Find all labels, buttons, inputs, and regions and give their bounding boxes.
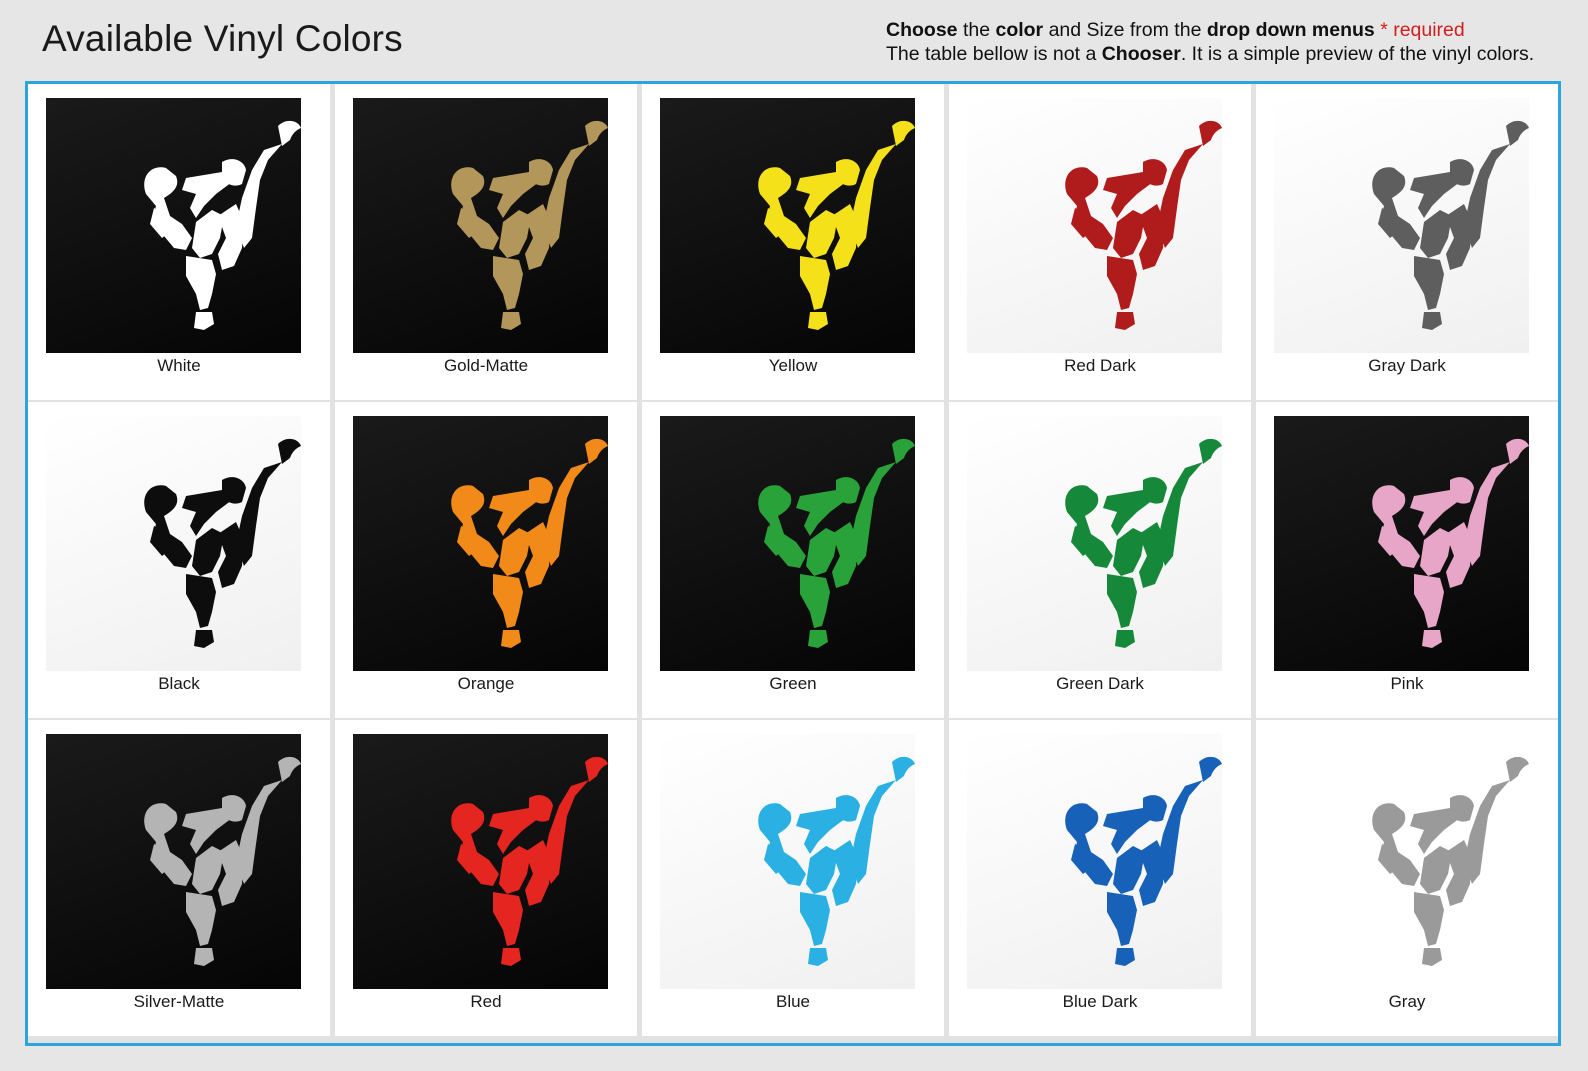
karate-kick-icon bbox=[144, 756, 301, 966]
preview-text: . It is a simple preview of the vinyl co… bbox=[1180, 43, 1535, 65]
swatch-cell-gray: Gray bbox=[1256, 720, 1558, 1038]
swatch-image bbox=[660, 734, 915, 989]
swatch-image bbox=[967, 734, 1222, 989]
chooser-text: Chooser bbox=[1101, 43, 1181, 65]
swatch-cell-blue-dark: Blue Dark bbox=[949, 720, 1251, 1038]
required-note: * required bbox=[1380, 19, 1465, 41]
swatch-label: Gold-Matte bbox=[443, 356, 529, 375]
swatch-label: Blue Dark bbox=[1062, 992, 1138, 1011]
swatch-cell-green: Green bbox=[642, 402, 944, 720]
swatch-image bbox=[1274, 98, 1529, 353]
swatch-label: Green Dark bbox=[1056, 674, 1144, 693]
swatch-cell-gray-dark: Gray Dark bbox=[1256, 84, 1558, 402]
swatch-cell-gold-matte: Gold-Matte bbox=[335, 84, 637, 402]
and-size-text: and Size from the bbox=[1048, 19, 1202, 41]
swatch-label: White bbox=[157, 356, 201, 375]
karate-kick-icon bbox=[451, 756, 608, 966]
swatch-image bbox=[353, 734, 608, 989]
swatch-image bbox=[967, 98, 1222, 353]
swatch-cell-white: White bbox=[28, 84, 330, 402]
swatch-grid: White Gold-Matte Yellow Red Dark Gray Da… bbox=[28, 84, 1558, 1043]
swatch-image bbox=[46, 734, 301, 989]
swatch-cell-silver-matte: Silver-Matte bbox=[28, 720, 330, 1038]
color-preview-table: White Gold-Matte Yellow Red Dark Gray Da… bbox=[25, 81, 1561, 1046]
karate-kick-icon bbox=[758, 120, 915, 330]
page-title: Available Vinyl Colors bbox=[42, 18, 403, 59]
swatch-label: Green bbox=[769, 674, 817, 693]
swatch-cell-orange: Orange bbox=[335, 402, 637, 720]
swatch-image bbox=[660, 98, 915, 353]
karate-kick-icon bbox=[1065, 438, 1222, 648]
swatch-cell-green-dark: Green Dark bbox=[949, 402, 1251, 720]
swatch-image bbox=[1274, 734, 1529, 989]
swatch-label: Orange bbox=[457, 674, 515, 693]
swatch-image bbox=[46, 416, 301, 671]
karate-kick-icon bbox=[1372, 438, 1529, 648]
swatch-label: Pink bbox=[1390, 674, 1424, 693]
karate-kick-icon bbox=[758, 756, 915, 966]
swatch-cell-pink: Pink bbox=[1256, 402, 1558, 720]
not-a-text: The table bellow is not a bbox=[886, 43, 1097, 65]
karate-kick-icon bbox=[1065, 120, 1222, 330]
karate-kick-icon bbox=[1372, 120, 1529, 330]
swatch-image bbox=[967, 416, 1222, 671]
karate-kick-icon bbox=[758, 438, 915, 648]
swatch-image bbox=[1274, 416, 1529, 671]
swatch-label: Gray Dark bbox=[1368, 356, 1446, 375]
swatch-image bbox=[353, 98, 608, 353]
color-text: color bbox=[995, 19, 1044, 41]
karate-kick-icon bbox=[144, 438, 301, 648]
swatch-image bbox=[353, 416, 608, 671]
swatch-cell-red: Red bbox=[335, 720, 637, 1038]
swatch-cell-blue: Blue bbox=[642, 720, 944, 1038]
the-text: the bbox=[962, 19, 991, 41]
drop-down-menus-text: drop down menus bbox=[1206, 19, 1375, 41]
karate-kick-icon bbox=[1065, 756, 1222, 966]
swatch-label: Blue bbox=[775, 992, 811, 1011]
swatch-label: Silver-Matte bbox=[133, 992, 225, 1011]
karate-kick-icon bbox=[144, 120, 301, 330]
swatch-label: Yellow bbox=[768, 356, 818, 375]
swatch-label: Red bbox=[470, 992, 502, 1011]
swatch-label: Gray bbox=[1388, 992, 1426, 1011]
instructions: Choose the color and Size from the drop … bbox=[886, 18, 1534, 66]
swatch-cell-red-dark: Red Dark bbox=[949, 84, 1251, 402]
swatch-cell-black: Black bbox=[28, 402, 330, 720]
instructions-line-2: The table bellow is not a Chooser. It is… bbox=[886, 42, 1534, 66]
swatch-label: Red Dark bbox=[1064, 356, 1136, 375]
karate-kick-icon bbox=[451, 438, 608, 648]
instructions-line-1: Choose the color and Size from the drop … bbox=[886, 18, 1534, 42]
karate-kick-icon bbox=[451, 120, 608, 330]
swatch-cell-yellow: Yellow bbox=[642, 84, 944, 402]
swatch-image bbox=[46, 98, 301, 353]
choose-text: Choose bbox=[886, 19, 958, 41]
swatch-label: Black bbox=[158, 674, 200, 693]
swatch-image bbox=[660, 416, 915, 671]
karate-kick-icon bbox=[1372, 756, 1529, 966]
